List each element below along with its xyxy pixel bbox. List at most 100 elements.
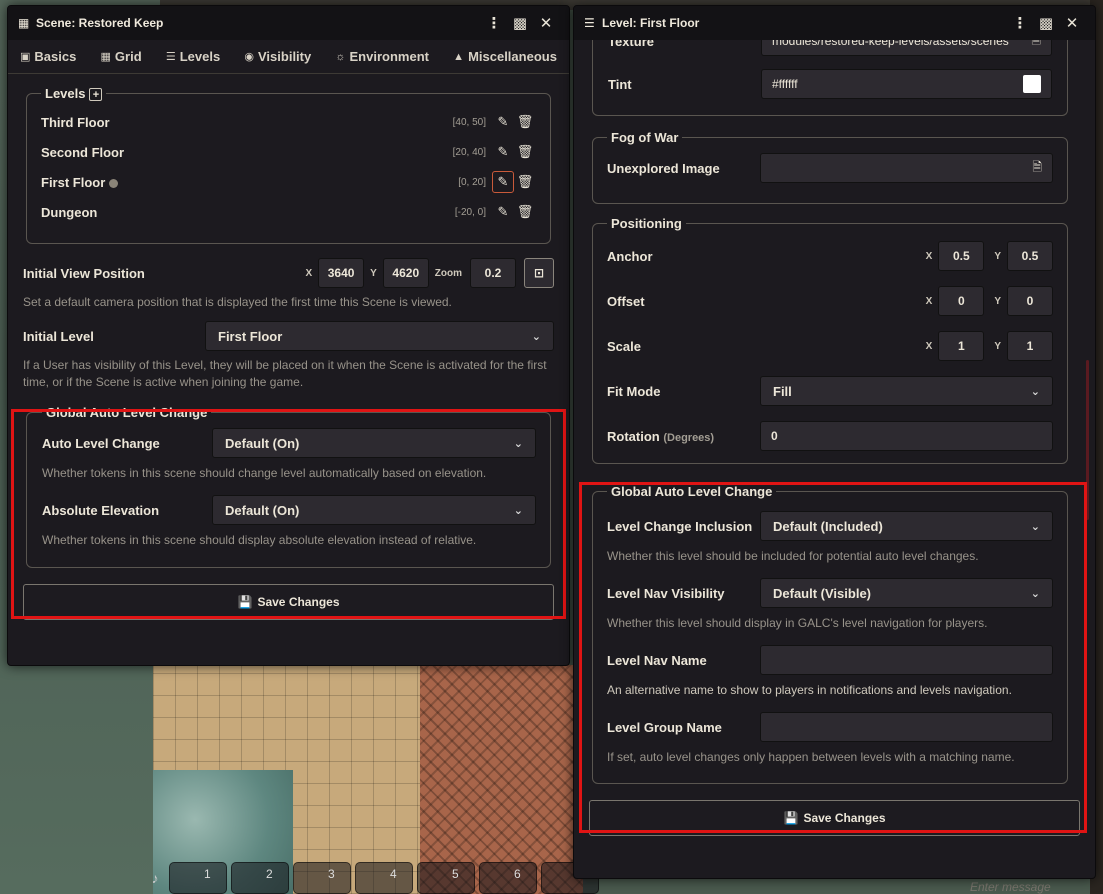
hotbar-slot[interactable]: 2 [231, 862, 289, 894]
add-level-icon[interactable]: + [89, 88, 103, 102]
positioning-fieldset: Positioning Anchor X 0.5 Y 0.5 Offset X … [592, 216, 1068, 464]
scale-x-input[interactable]: 1 [938, 331, 985, 361]
level-nav-visibility-select[interactable]: Default (Visible) ⌄ [760, 578, 1053, 608]
layers-icon: ☰ [584, 16, 595, 30]
hotbar-slot[interactable]: 4 [355, 862, 413, 894]
anchor-x-input[interactable]: 0.5 [938, 241, 985, 271]
offset-x-input[interactable]: 0 [938, 286, 985, 316]
trash-icon[interactable]: 🗑 [514, 201, 536, 223]
save-changes-button[interactable]: 💾 Save Changes [589, 800, 1080, 836]
tab-levels[interactable]: ☰ Levels [166, 49, 220, 64]
level-group-name-input[interactable] [760, 712, 1053, 742]
scene-tabs: ▣ Basics ▦ Grid ☰ Levels ◉ Visibility ☼ Envir… [8, 40, 569, 74]
initial-level-select[interactable]: First Floor ⌄ [205, 321, 554, 351]
tab-visibility[interactable]: ◉ Visibility [244, 49, 311, 64]
color-swatch[interactable] [1023, 75, 1041, 93]
close-icon[interactable]: ✕ [533, 14, 559, 32]
level-nav-visibility-row: Level Nav Visibility Default (Visible) ⌄ [607, 578, 1053, 608]
level-row: Third Floor [40, 50] ✎ 🗑 [41, 107, 536, 137]
hotbar-slot[interactable]: 1 [169, 862, 227, 894]
anchor-y-input[interactable]: 0.5 [1007, 241, 1053, 271]
level-nav-name-input[interactable] [760, 645, 1053, 675]
layers-icon: ☰ [165, 51, 176, 63]
save-changes-button[interactable]: 💾 Save Changes [23, 584, 554, 620]
level-change-inclusion-hint: Whether this level should be included fo… [607, 549, 979, 563]
absolute-elevation-select[interactable]: Default (On) ⌄ [212, 495, 536, 525]
scale-row: Scale X 1 Y 1 [607, 331, 1053, 361]
select-value: Default (On) [225, 435, 300, 451]
y-label: Y [370, 267, 377, 279]
trash-icon[interactable]: 🗑 [514, 111, 536, 133]
chevron-down-icon: ⌄ [1030, 587, 1040, 600]
edit-icon[interactable]: ✎ [492, 201, 514, 223]
document-icon[interactable]: ▩ [507, 14, 533, 32]
initial-view-label: Initial View Position [23, 265, 145, 281]
offset-row: Offset X 0 Y 0 [607, 286, 1053, 316]
view-y-input[interactable]: 4620 [382, 258, 429, 288]
auto-level-change-select[interactable]: Default (On) ⌄ [212, 428, 536, 458]
offset-y-input[interactable]: 0 [1007, 286, 1053, 316]
file-picker-icon[interactable]: 🗎 [1032, 158, 1042, 179]
shapes-icon: ▲ [453, 50, 465, 63]
level-window-titlebar[interactable]: ☰ Level: First Floor ⋮ ▩ ✕ [574, 6, 1095, 40]
scale-y-input[interactable]: 1 [1007, 331, 1053, 361]
galc-scene-legend: Global Auto Level Change [46, 405, 208, 420]
offset-label: Offset [607, 293, 645, 309]
level-change-inclusion-select[interactable]: Default (Included) ⌄ [760, 511, 1053, 541]
tab-miscellaneous[interactable]: ▲ Miscellaneous [453, 49, 557, 64]
tab-label: Environment [349, 49, 429, 64]
map-roof [420, 665, 583, 894]
volume-icon[interactable]: ♪ [145, 868, 165, 888]
levels-tab-body: Levels + Third Floor [40, 50] ✎ 🗑 Second … [8, 74, 569, 620]
level-config-window: ☰ Level: First Floor ⋮ ▩ ✕ Texture modul… [573, 5, 1096, 879]
grid-icon: ▦ [100, 51, 111, 63]
chevron-down-icon: ⌄ [531, 330, 541, 343]
level-row: First Floor [0, 20] ✎ 🗑 [41, 167, 536, 197]
kebab-icon[interactable]: ⋮ [481, 14, 507, 32]
x-label: X [925, 250, 933, 262]
texture-input[interactable]: modules/restored-keep-levels/assets/scen… [761, 40, 1052, 56]
level-nav-name-hint: An alternative name to show to players i… [607, 683, 1012, 697]
zoom-label: Zoom [434, 267, 462, 279]
tab-environment[interactable]: ☼ Environment [335, 49, 429, 64]
edit-icon[interactable]: ✎ [492, 171, 514, 194]
galc-level-fieldset: Global Auto Level Change Level Change In… [592, 484, 1068, 784]
scrollbar[interactable] [1086, 360, 1089, 520]
edit-icon[interactable]: ✎ [492, 141, 514, 163]
tint-input[interactable]: #ffffff [761, 69, 1052, 99]
x-label: X [305, 267, 313, 279]
view-x-input[interactable]: 3640 [318, 258, 365, 288]
level-nav-name-row: Level Nav Name [607, 645, 1053, 675]
select-value: Default (On) [225, 502, 300, 518]
level-name: First Floor [41, 174, 106, 190]
unexplored-image-input[interactable]: 🗎 [760, 153, 1053, 183]
tab-grid[interactable]: ▦ Grid [101, 49, 142, 64]
close-icon[interactable]: ✕ [1059, 14, 1085, 32]
tab-basics[interactable]: ▣ Basics [20, 49, 76, 64]
scene-window-titlebar[interactable]: ▦ Scene: Restored Keep ⋮ ▩ ✕ [8, 6, 569, 40]
initial-view-row: Initial View Position X 3640 Y 4620 Zoom… [23, 258, 554, 288]
capture-view-button[interactable]: ⊡ [524, 258, 554, 288]
hotbar-slot[interactable]: 5 [417, 862, 475, 894]
texture-path: modules/restored-keep-levels/assets/scen… [772, 40, 1009, 48]
y-label: Y [994, 250, 1001, 262]
macro-hotbar: ♪ 1 2 3 4 5 6 7 [145, 862, 599, 894]
rotation-row: Rotation (Degrees) 0 [607, 421, 1053, 451]
select-value: First Floor [218, 328, 283, 344]
rotation-input[interactable]: 0 [760, 421, 1053, 451]
view-zoom-input[interactable]: 0.2 [470, 258, 516, 288]
level-group-name-hint: If set, auto level changes only happen b… [607, 750, 1015, 764]
trash-icon[interactable]: 🗑 [514, 171, 536, 193]
file-picker-icon[interactable]: 🗎 [1031, 40, 1041, 52]
document-icon[interactable]: ▩ [1033, 14, 1059, 32]
level-change-inclusion-label: Level Change Inclusion [607, 518, 753, 534]
auto-level-change-label: Auto Level Change [42, 435, 160, 451]
hotbar-slot[interactable]: 3 [293, 862, 351, 894]
kebab-icon[interactable]: ⋮ [1007, 14, 1033, 32]
level-name: Dungeon [41, 204, 98, 220]
fit-mode-select[interactable]: Fill ⌄ [760, 376, 1053, 406]
edit-icon[interactable]: ✎ [492, 111, 514, 133]
chat-message-input[interactable]: Enter message [960, 880, 1090, 894]
hotbar-slot[interactable]: 6 [479, 862, 537, 894]
trash-icon[interactable]: 🗑 [514, 141, 536, 163]
